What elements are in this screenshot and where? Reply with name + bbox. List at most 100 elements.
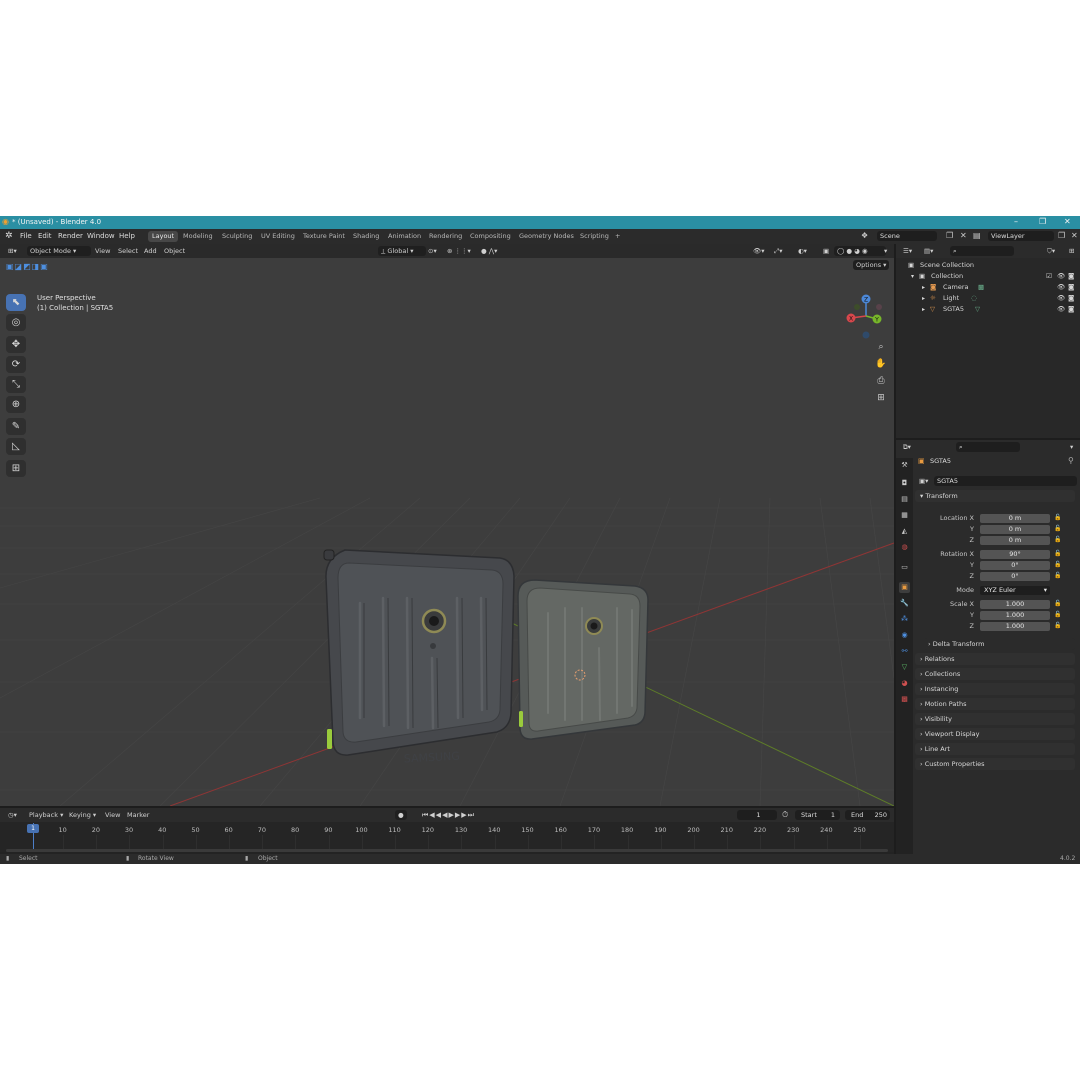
collection-tab-icon[interactable]: ▭ — [899, 562, 910, 573]
menu-help[interactable]: Help — [119, 232, 135, 240]
lock-icon[interactable]: 🔓 — [1054, 536, 1061, 543]
object-tab-icon[interactable]: ▣ — [899, 582, 910, 593]
render-camera-icon[interactable]: ◙ — [1068, 293, 1074, 304]
properties-options-icon[interactable]: ▾ — [1067, 442, 1076, 452]
shading-modes[interactable]: ◯ ● ◕ ◉ — [834, 246, 886, 256]
lock-icon[interactable]: 🔓 — [1054, 600, 1061, 607]
select-tool-icon[interactable]: ⬉ — [6, 294, 26, 311]
modifier-tab-icon[interactable]: 🔧 — [899, 598, 910, 609]
overlay-toggle-icon[interactable]: ◐▾ — [795, 246, 810, 256]
object-name-field[interactable]: SGTA5 — [934, 476, 1077, 486]
outliner-scene-collection[interactable]: ▣ Scene Collection — [896, 260, 1080, 271]
motion-paths-panel[interactable]: › Motion Paths — [915, 698, 1075, 710]
new-scene-icon[interactable]: ❐ — [946, 231, 953, 240]
maximize-button[interactable]: ❐ — [1039, 217, 1046, 226]
scale-z-field[interactable]: 1.000 — [980, 622, 1050, 631]
scale-y-field[interactable]: 1.000 — [980, 611, 1050, 620]
mesh-data-icon[interactable]: ▽ — [975, 304, 980, 315]
orientation-dropdown[interactable]: ⟂ Global ▾ — [378, 246, 426, 256]
tab-geometry-nodes[interactable]: Geometry Nodes — [515, 231, 578, 242]
menu-keying[interactable]: Keying ▾ — [66, 810, 99, 820]
lock-icon[interactable]: 🔓 — [1054, 622, 1061, 629]
scene-tab-icon[interactable]: ◭ — [899, 526, 910, 537]
clock-icon[interactable]: ⏱ — [782, 810, 788, 820]
light-data-icon[interactable]: ◌ — [971, 293, 977, 304]
tab-animation[interactable]: Animation — [384, 231, 425, 242]
menu-marker[interactable]: Marker — [124, 810, 152, 820]
outliner-item-camera[interactable]: ▸ ◙ Camera ▩ 👁 ◙ — [896, 282, 1080, 293]
timeline[interactable]: ◷▾ Playback ▾ Keying ▾ View Marker ● ⏮◀◀… — [0, 808, 894, 854]
menu-playback[interactable]: Playback ▾ — [26, 810, 66, 820]
material-tab-icon[interactable]: ◕ — [899, 678, 910, 689]
expand-arrow-icon[interactable]: ▾ — [911, 271, 914, 282]
instancing-panel[interactable]: › Instancing — [915, 683, 1075, 695]
3d-viewport[interactable]: SAMSUNG User Perspective (1) Collection … — [0, 258, 894, 806]
custom-properties-panel[interactable]: › Custom Properties — [915, 758, 1075, 770]
physics-tab-icon[interactable]: ◉ — [899, 630, 910, 641]
snap-icon[interactable]: ⊛ ⋮⋮▾ — [444, 246, 474, 256]
playhead-frame-badge[interactable]: 1 — [27, 824, 39, 833]
location-y-field[interactable]: 0 m — [980, 525, 1050, 534]
end-field[interactable]: End 250 — [845, 810, 890, 820]
lock-icon[interactable]: 🔓 — [1054, 572, 1061, 579]
start-field[interactable]: Start 1 — [795, 810, 840, 820]
rotation-x-field[interactable]: 90° — [980, 550, 1050, 559]
tab-rendering[interactable]: Rendering — [425, 231, 466, 242]
rotation-y-field[interactable]: 0° — [980, 561, 1050, 570]
properties-editor[interactable]: ⧉▾ ⌕ ▾ ⚒ ◘ ▤ ▦ ◭ ◍ ▭ ▣ 🔧 ⁂ ◉ ⚯ ▽ ◕ ▩ ▣ S… — [896, 440, 1080, 854]
render-camera-icon[interactable]: ◙ — [1068, 304, 1074, 315]
lock-icon[interactable]: 🔓 — [1054, 514, 1061, 521]
object-data-browse-icon[interactable]: ▣▾ — [916, 476, 931, 486]
expand-arrow-icon[interactable]: ▸ — [922, 293, 925, 304]
add-cube-tool-icon[interactable]: ⊞ — [6, 460, 26, 477]
relations-panel[interactable]: › Relations — [915, 653, 1075, 665]
visibility-icon[interactable]: 👁▾ — [750, 246, 768, 256]
collections-panel[interactable]: › Collections — [915, 668, 1075, 680]
timeline-scrollbar[interactable] — [6, 849, 888, 852]
rotate-tool-icon[interactable]: ⟳ — [6, 356, 26, 373]
outliner[interactable]: ☰▾ ▤▾ ⌕ ⛉▾ ⊞ ▣ Scene Collection ▾ ▣ Coll… — [896, 244, 1080, 438]
hide-eye-icon[interactable]: 👁 — [1057, 271, 1065, 282]
properties-search-input[interactable]: ⌕ — [956, 442, 1020, 452]
pin-icon[interactable]: ⚲ — [1068, 456, 1074, 465]
data-tab-icon[interactable]: ▽ — [899, 662, 910, 673]
delta-transform-header[interactable]: › Delta Transform — [924, 638, 1075, 650]
scale-tool-icon[interactable]: ⤡ — [6, 376, 26, 393]
outliner-item-light[interactable]: ▸ ☼ Light ◌ 👁 ◙ — [896, 293, 1080, 304]
delete-scene-icon[interactable]: ✕ — [960, 231, 967, 240]
new-view-layer-icon[interactable]: ❐ — [1058, 231, 1065, 240]
lock-icon[interactable]: 🔓 — [1054, 611, 1061, 618]
lock-icon[interactable]: 🔓 — [1054, 561, 1061, 568]
xray-icon[interactable]: ▣ — [820, 246, 832, 256]
hide-eye-icon[interactable]: 👁 — [1057, 304, 1065, 315]
output-tab-icon[interactable]: ▤ — [899, 494, 910, 505]
outliner-collection[interactable]: ▾ ▣ Collection ☑ 👁 ◙ — [896, 271, 1080, 282]
current-frame-field[interactable]: 1 — [737, 810, 777, 820]
timeline-editor-icon[interactable]: ◷▾ — [5, 810, 20, 820]
tab-texture-paint[interactable]: Texture Paint — [299, 231, 349, 242]
proportional-edit-icon[interactable]: ● ⋀▾ — [478, 246, 500, 256]
scale-x-field[interactable]: 1.000 — [980, 600, 1050, 609]
new-collection-icon[interactable]: ⊞ — [1066, 246, 1077, 256]
pan-hand-icon[interactable]: ✋ — [874, 357, 888, 371]
tab-uv-editing[interactable]: UV Editing — [257, 231, 299, 242]
menu-window[interactable]: Window — [87, 232, 115, 240]
add-workspace-button[interactable]: + — [611, 231, 624, 242]
cursor-tool-icon[interactable]: ◎ — [6, 314, 26, 331]
tab-scripting[interactable]: Scripting — [576, 231, 613, 242]
camera-data-icon[interactable]: ▩ — [978, 282, 984, 293]
filter-icon[interactable]: ⛉▾ — [1044, 246, 1058, 256]
gizmo-toggle-icon[interactable]: ⤢▾ — [771, 246, 785, 256]
shading-options-icon[interactable]: ▾ — [881, 246, 890, 256]
scene-field[interactable]: Scene — [877, 231, 937, 241]
hide-eye-icon[interactable]: 👁 — [1057, 293, 1065, 304]
minimize-button[interactable]: – — [1014, 217, 1018, 226]
expand-arrow-icon[interactable]: ▸ — [922, 282, 925, 293]
render-tab-icon[interactable]: ◘ — [899, 478, 910, 489]
move-tool-icon[interactable]: ✥ — [6, 336, 26, 353]
location-z-field[interactable]: 0 m — [980, 536, 1050, 545]
lock-icon[interactable]: 🔓 — [1054, 550, 1061, 557]
exclude-checkbox[interactable]: ☑ — [1046, 271, 1052, 282]
menu-view[interactable]: View — [92, 246, 113, 256]
menu-timeline-view[interactable]: View — [102, 810, 123, 820]
